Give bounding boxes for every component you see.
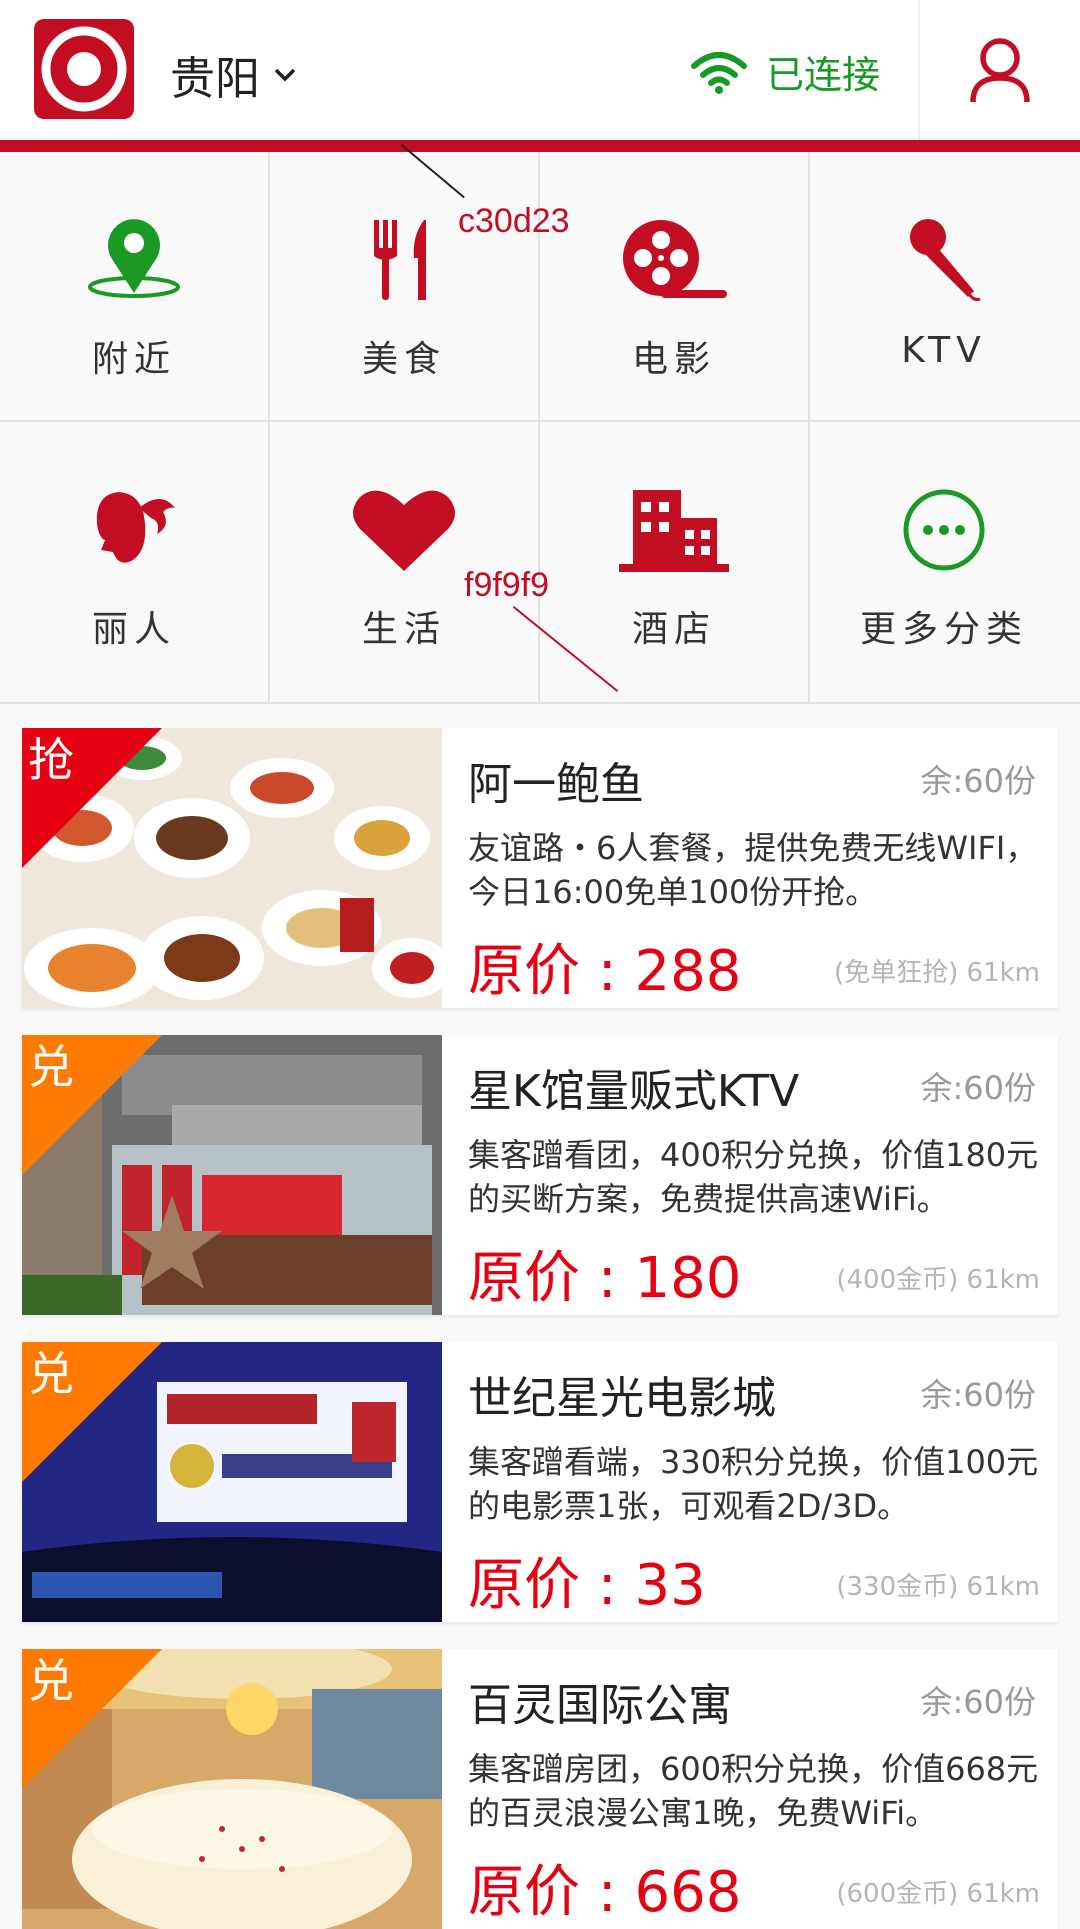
seafood-banquet-photo: 抢 [22, 728, 442, 1008]
price-label: 原价 : [468, 1553, 635, 1618]
deal-stock: 余:60份 [920, 1069, 1036, 1107]
wifi-icon [691, 51, 747, 94]
deal-card[interactable]: 兑 百灵国际公寓 余:60份 集客蹭房团，600积分兑换，价值668元的百灵浪漫… [22, 1649, 1058, 1929]
category-label: 美食 [361, 339, 446, 380]
wifi-status[interactable]: 已连接 [690, 44, 880, 99]
deal-description: 集客蹭看团，400积分兑换，价值180元的买断方案，免费提供高速WiFi。 [468, 1136, 1039, 1218]
ktv-building-photo: 兑 [22, 1035, 442, 1315]
header-divider [918, 0, 920, 140]
deal-card[interactable]: 兑 星K馆量贩式KTV 余:60份 集客蹭看团，400积分兑换，价值180元的买… [22, 1035, 1058, 1315]
woman-head-icon [96, 492, 175, 563]
wifi-status-label: 已连接 [766, 53, 881, 97]
deal-description: 集客蹭看端，330积分兑换，价值100元的电影票1张，可观看2D/3D。 [468, 1443, 1039, 1525]
deal-stock: 余:60份 [920, 1683, 1036, 1721]
deal-title: 阿一鲍鱼 [468, 759, 644, 810]
price-value: 180 [634, 1246, 742, 1311]
price-label: 原价 : [468, 939, 635, 1004]
deal-price: 原价 : 668 [468, 1847, 741, 1928]
deal-description: 友谊路・6人套餐，提供免费无线WIFI，今日16:00免单100份开抢。 [468, 829, 1038, 911]
price-value: 668 [634, 1860, 742, 1925]
deal-card[interactable]: 兑 世纪星光电影城 余:60份 集客蹭看端，330积分兑换，价值100元的电影票… [22, 1342, 1058, 1622]
city-name: 贵阳 [170, 52, 261, 105]
deal-badge-text: 兑 [28, 1040, 74, 1094]
microphone-icon [910, 219, 981, 301]
more-dots-icon [903, 489, 985, 571]
category-label: 更多分类 [859, 609, 1028, 650]
user-icon [970, 38, 1030, 103]
city-selector[interactable]: 贵阳 [170, 42, 296, 107]
category-hotel[interactable]: 酒店 [540, 422, 808, 690]
price-value: 288 [634, 939, 742, 1004]
deal-title: 星K馆量贩式KTV [468, 1066, 800, 1117]
grid-divider [0, 420, 1080, 422]
fork-knife-icon [374, 220, 426, 300]
deal-title: 百灵国际公寓 [468, 1680, 732, 1731]
deal-badge-text: 兑 [28, 1654, 74, 1708]
price-value: 33 [634, 1553, 706, 1618]
category-movie[interactable]: 电影 [540, 152, 808, 420]
top-header: 贵阳 已连接 [0, 0, 1080, 140]
deal-badge-text: 兑 [28, 1347, 74, 1401]
deal-price: 原价 : 180 [468, 1233, 741, 1314]
grid-divider [0, 702, 1080, 704]
deal-price: 原价 : 288 [468, 926, 741, 1007]
category-life[interactable]: 生活 [270, 422, 538, 690]
deal-meta: (600金币) 61km [836, 1879, 1040, 1909]
deal-badge-text: 抢 [28, 733, 74, 787]
category-ktv[interactable]: KTV [810, 152, 1078, 420]
color-annotation: f9f9f9 [464, 566, 550, 604]
app-logo[interactable] [34, 19, 134, 119]
category-food[interactable]: 美食 [270, 152, 538, 420]
film-reel-icon [623, 220, 727, 298]
price-label: 原价 : [468, 1246, 635, 1311]
hotel-room-photo: 兑 [22, 1649, 442, 1929]
category-label: 丽人 [91, 609, 176, 650]
grid-divider [268, 152, 270, 702]
deal-meta: (330金币) 61km [836, 1572, 1040, 1602]
deal-description: 集客蹭房团，600积分兑换，价值668元的百灵浪漫公寓1晚，免费WiFi。 [468, 1750, 1039, 1832]
color-annotation: c30d23 [458, 202, 570, 240]
category-more[interactable]: 更多分类 [810, 422, 1078, 690]
heart-icon [353, 490, 455, 571]
category-beauty[interactable]: 丽人 [0, 422, 268, 690]
price-label: 原价 : [468, 1860, 635, 1925]
deal-meta: (400金币) 61km [836, 1265, 1040, 1295]
category-label: 酒店 [631, 609, 716, 650]
brand-accent-line [0, 140, 1080, 152]
deal-price: 原价 : 33 [468, 1540, 706, 1621]
deal-meta: (免单狂抢) 61km [833, 958, 1040, 988]
category-label: 生活 [361, 609, 446, 650]
category-label: 附近 [91, 339, 176, 380]
category-label: KTV [901, 330, 987, 371]
location-pin-icon [88, 219, 180, 298]
deal-stock: 余:60份 [920, 1376, 1036, 1414]
category-label: 电影 [631, 339, 716, 380]
deal-card[interactable]: 抢 阿一鲍鱼 余:60份 友谊路・6人套餐，提供免费无线WIFI，今日16:00… [22, 728, 1058, 1008]
deal-title: 世纪星光电影城 [468, 1373, 776, 1424]
cinema-hall-photo: 兑 [22, 1342, 442, 1622]
grid-divider [808, 152, 810, 702]
deal-stock: 余:60份 [920, 762, 1036, 800]
hotel-building-icon [619, 490, 729, 572]
category-nearby[interactable]: 附近 [0, 152, 268, 420]
user-profile-button[interactable] [968, 36, 1032, 106]
chevron-down-icon [274, 68, 296, 81]
